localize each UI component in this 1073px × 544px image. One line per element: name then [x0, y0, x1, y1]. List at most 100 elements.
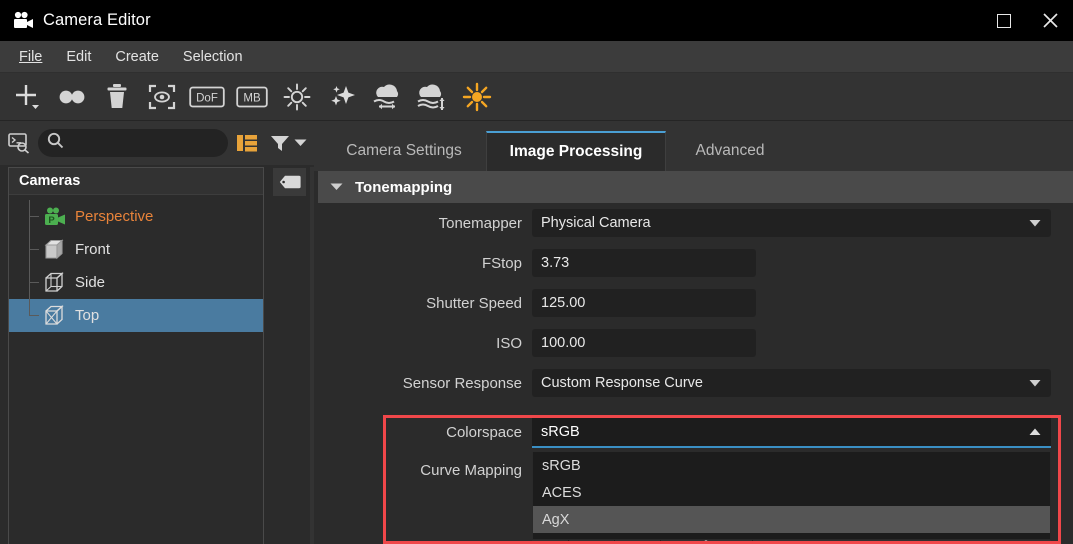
tab-label: Camera Settings — [346, 142, 461, 160]
chevron-down-icon[interactable] — [294, 134, 307, 152]
brightness-icon — [282, 82, 312, 112]
chevron-up-icon[interactable] — [1029, 423, 1041, 441]
menu-file-label: File — [19, 49, 42, 65]
fog-vertical-button[interactable] — [409, 77, 454, 117]
filter-funnel-icon — [270, 134, 290, 153]
tree-tick — [29, 282, 39, 283]
tree-item-label: Side — [75, 274, 105, 291]
close-icon — [1042, 12, 1059, 29]
fog-horizontal-icon — [370, 83, 404, 111]
sparkles-icon — [328, 83, 356, 111]
dropdown-option-label: ACES — [542, 485, 582, 501]
row-iso: ISO 100.00 — [318, 323, 1073, 363]
search-icon — [47, 132, 64, 154]
row-tonemapper: Tonemapper Physical Camera — [318, 203, 1073, 243]
search-box[interactable] — [38, 129, 228, 157]
add-camera-dropdown-button[interactable] — [4, 77, 49, 117]
menu-selection-label: Selection — [183, 49, 243, 65]
maximize-button[interactable] — [981, 0, 1027, 41]
menu-file[interactable]: File — [8, 46, 53, 68]
hierarchy-tree-button[interactable] — [233, 129, 261, 157]
sun-light-button[interactable] — [454, 77, 499, 117]
bloom-button[interactable] — [319, 77, 364, 117]
close-button[interactable] — [1027, 0, 1073, 41]
menu-create[interactable]: Create — [104, 46, 170, 68]
tree-item-label: Perspective — [75, 208, 153, 225]
search-input[interactable] — [70, 136, 246, 151]
plus-dropdown-icon — [12, 82, 42, 112]
delete-button[interactable] — [94, 77, 139, 117]
camera-editor-window: Camera Editor File Edit Create Selection — [0, 0, 1073, 544]
camera-perspective-icon: P — [42, 204, 68, 230]
chevron-down-icon — [1029, 374, 1041, 392]
search-row — [0, 121, 318, 165]
fstop-value: 3.73 — [541, 255, 569, 271]
tag-label-button[interactable] — [273, 168, 306, 196]
maximize-icon — [997, 14, 1011, 28]
menu-create-label: Create — [115, 49, 159, 65]
iso-label: ISO — [222, 335, 522, 352]
colorspace-combo[interactable]: sRGB — [532, 418, 1051, 448]
dropdown-option-agx[interactable]: AgX — [533, 506, 1050, 533]
tab-image-processing[interactable]: Image Processing — [486, 131, 666, 171]
colorspace-dropdown-list[interactable]: sRGB ACES AgX — [532, 452, 1051, 540]
focus-target-button[interactable] — [139, 77, 184, 117]
hierarchy-tree-icon — [236, 132, 258, 154]
shutter-speed-value: 125.00 — [541, 295, 585, 311]
sensor-response-combo[interactable]: Custom Response Curve — [532, 369, 1051, 397]
console-search-icon[interactable] — [8, 132, 32, 154]
tonemapper-combo[interactable]: Physical Camera — [532, 209, 1051, 237]
sun-icon — [462, 82, 492, 112]
dof-icon: DoF — [189, 85, 225, 109]
chevron-down-icon — [1029, 214, 1041, 232]
tonemapping-section-title: Tonemapping — [355, 179, 452, 196]
dropdown-option-label: sRGB — [542, 458, 581, 474]
dropdown-option-aces[interactable]: ACES — [533, 479, 1050, 506]
dropdown-option-srgb[interactable]: sRGB — [533, 452, 1050, 479]
iso-input[interactable]: 100.00 — [532, 329, 756, 357]
row-colorspace: Colorspace sRGB — [318, 418, 1073, 454]
row-fstop: FStop 3.73 — [318, 243, 1073, 283]
row-shutter-speed: Shutter Speed 125.00 — [318, 283, 1073, 323]
tonemapping-form: Tonemapper Physical Camera FStop 3.73 Sh… — [318, 203, 1073, 403]
exposure-button[interactable] — [274, 77, 319, 117]
colorspace-label: Colorspace — [222, 424, 522, 441]
filter-button[interactable] — [268, 130, 292, 156]
depth-of-field-button[interactable]: DoF — [184, 77, 229, 117]
motion-blur-button[interactable]: MB — [229, 77, 274, 117]
tag-label-icon — [279, 175, 301, 189]
menu-selection[interactable]: Selection — [172, 46, 254, 68]
focus-eye-icon — [148, 84, 176, 110]
tree-item-label: Top — [75, 307, 99, 324]
tab-label: Advanced — [696, 142, 765, 160]
tonemapper-value: Physical Camera — [541, 215, 651, 231]
tab-advanced[interactable]: Advanced — [674, 131, 786, 171]
menu-edit[interactable]: Edit — [55, 46, 102, 68]
tree-tick — [29, 249, 39, 250]
svg-text:P: P — [48, 215, 55, 226]
menu-edit-label: Edit — [66, 49, 91, 65]
cube-front-icon — [42, 237, 68, 263]
tonemapping-section-header[interactable]: Tonemapping — [318, 171, 1073, 203]
iso-value: 100.00 — [541, 335, 585, 351]
tab-label: Image Processing — [510, 143, 643, 161]
movie-camera-icon — [12, 10, 34, 32]
fog-horizontal-button[interactable] — [364, 77, 409, 117]
two-dots-icon — [57, 87, 87, 107]
window-title: Camera Editor — [43, 11, 151, 30]
fstop-label: FStop — [222, 255, 522, 272]
cube-top-icon — [42, 303, 68, 329]
dropdown-option-label: AgX — [542, 512, 569, 528]
stereo-pair-button[interactable] — [49, 77, 94, 117]
shutter-speed-input[interactable]: 125.00 — [532, 289, 756, 317]
svg-text:MB: MB — [243, 92, 261, 104]
shutter-speed-label: Shutter Speed — [222, 295, 522, 312]
chevron-down-icon[interactable] — [330, 178, 343, 196]
trash-icon — [105, 83, 129, 110]
tab-bar: Camera Settings Image Processing Advance… — [314, 121, 1073, 171]
fstop-input[interactable]: 3.73 — [532, 249, 756, 277]
tab-camera-settings[interactable]: Camera Settings — [330, 131, 478, 171]
toolbar: DoF MB — [0, 73, 1073, 121]
cameras-panel-title: Cameras — [19, 173, 80, 189]
sensor-response-label: Sensor Response — [222, 375, 522, 392]
